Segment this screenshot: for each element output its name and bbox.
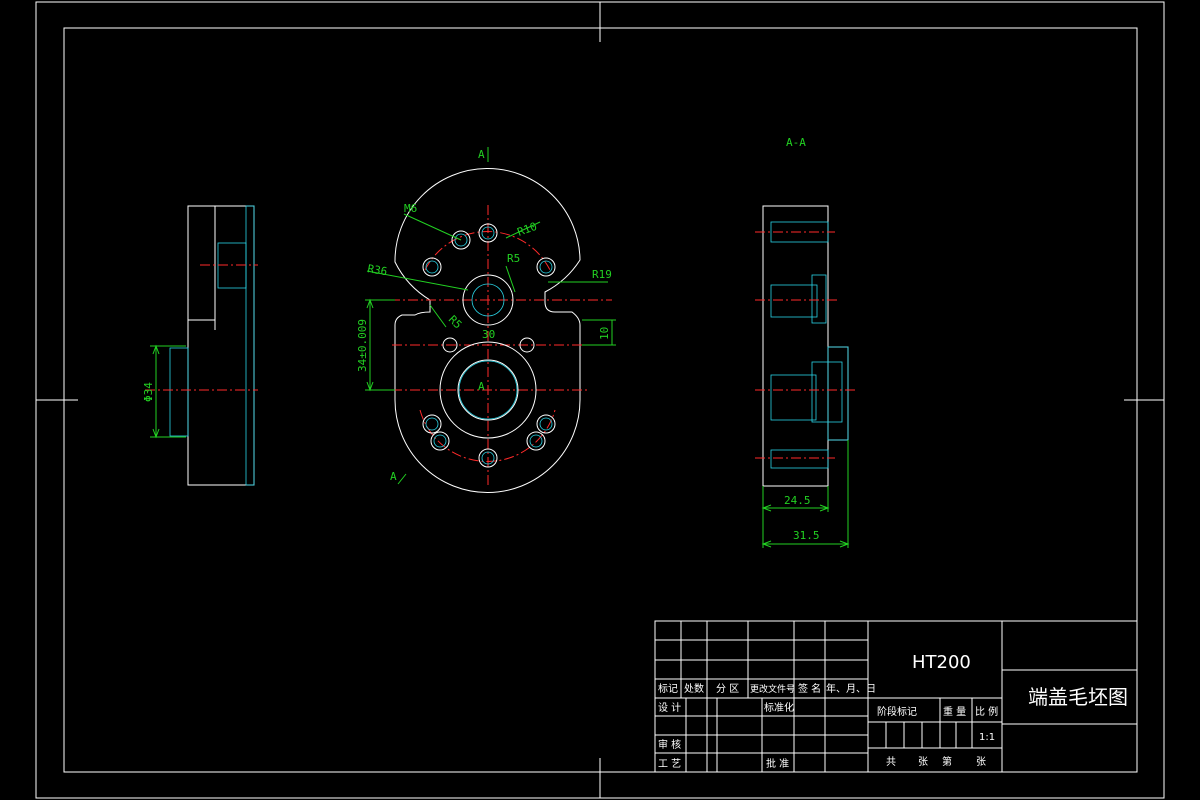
label-sheets-a: 张 (918, 756, 928, 768)
dim-24-5: 24.5 (784, 494, 811, 507)
label-standardize: 标准化 (764, 701, 794, 714)
label-approve: 批 准 (766, 757, 789, 770)
material-text: HT200 (912, 652, 971, 673)
label-zone: 分 区 (716, 683, 739, 695)
label-design: 设 计 (658, 701, 681, 714)
dim-30: 30 (482, 328, 495, 341)
dim-r5-top: R5 (507, 252, 520, 265)
label-count: 处数 (684, 682, 704, 695)
label-total: 共 (886, 756, 896, 768)
section-mark-top: A (478, 148, 485, 161)
label-review: 审 核 (658, 738, 681, 751)
dim-phi34: Φ34 (142, 382, 155, 402)
dim-m6: M6 (404, 202, 417, 215)
title-block: HT200 端盖毛坯图 标记 处数 分 区 更改文件号 签 名 年、月、日 设 … (654, 620, 1138, 773)
dim-r19: R19 (592, 268, 612, 281)
side-view-body (187, 205, 255, 486)
label-sheet-no: 第 (942, 755, 952, 768)
label-change-doc: 更改文件号 (750, 683, 795, 695)
label-mark: 标记 (658, 683, 678, 695)
label-sheets-b: 张 (976, 756, 986, 768)
side-view: Φ34 (142, 205, 258, 486)
section-view: A-A 24.5 31.5 (755, 136, 855, 548)
drawing-frame (35, 1, 1165, 799)
dim-34-tol: 34±0.009 (356, 319, 369, 372)
dim-31-5: 31.5 (793, 529, 820, 542)
front-view: A A A M6 R36 R10 R5 R5 R19 30 10 34±0.00… (356, 147, 616, 493)
dim-r36: R36 (366, 262, 388, 278)
cad-drawing-canvas: Φ34 A A A M6 R36 R10 R5 R5 R19 30 10 34±… (35, 1, 1165, 799)
dim-10: 10 (598, 327, 611, 340)
label-process: 工 艺 (658, 758, 681, 770)
drawing-name: 端盖毛坯图 (1028, 685, 1128, 709)
dim-r5-side: R5 (446, 313, 465, 332)
scale-value: 1:1 (979, 732, 995, 743)
section-mark-bottom: A (390, 470, 397, 483)
dim-r10: R10 (516, 220, 539, 239)
center-mark: A (478, 380, 485, 393)
label-scale: 比 例 (975, 705, 998, 718)
section-title: A-A (786, 136, 806, 149)
label-stage: 阶段标记 (877, 705, 917, 718)
label-date: 年、月、日 (826, 682, 876, 695)
label-weight: 重 量 (943, 705, 966, 718)
label-signature: 签 名 (798, 682, 821, 695)
